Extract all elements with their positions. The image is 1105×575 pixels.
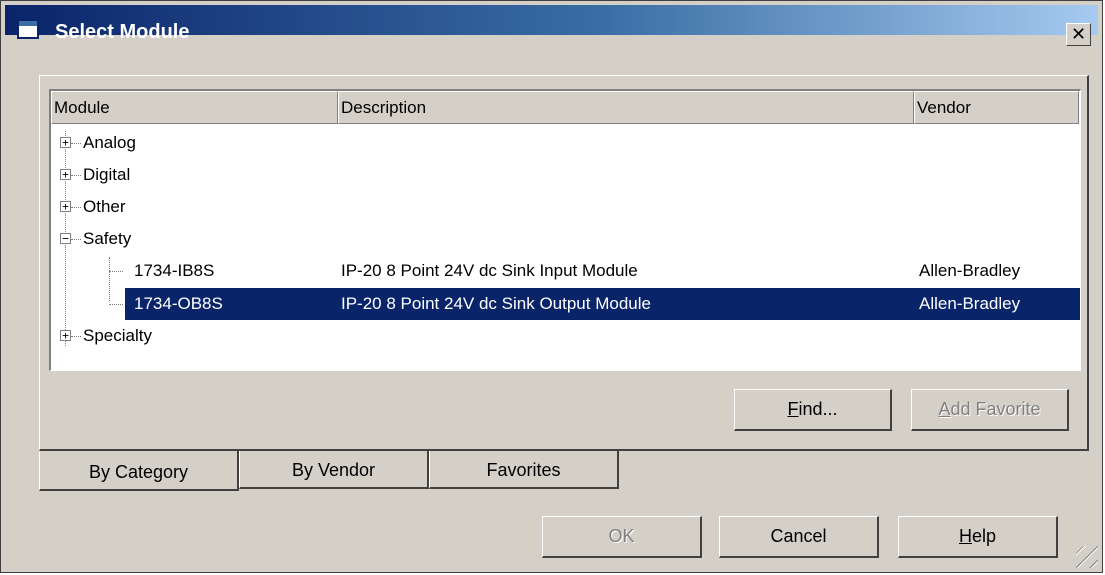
- expand-icon[interactable]: +: [60, 137, 71, 148]
- select-module-dialog: Select Module ✕ Module Description Vendo…: [0, 0, 1103, 573]
- module-tree-list[interactable]: Module Description Vendor + Analog + Dig…: [49, 89, 1081, 371]
- module-name: 1734-IB8S: [134, 261, 215, 280]
- module-vendor: Allen-Bradley: [919, 294, 1021, 313]
- column-header-module[interactable]: Module: [51, 91, 338, 124]
- module-name: 1734-OB8S: [134, 294, 223, 313]
- tree-row-analog[interactable]: + Analog: [51, 127, 1079, 159]
- help-label: elp: [971, 526, 997, 546]
- tree-row-specialty[interactable]: + Specialty: [51, 320, 1079, 352]
- window-icon: [17, 19, 39, 39]
- module-name: Analog: [83, 133, 136, 152]
- column-header-description[interactable]: Description: [338, 91, 914, 124]
- find-label: ind...: [798, 399, 838, 419]
- tree-connector: [71, 175, 81, 176]
- tree-connector: [109, 304, 123, 305]
- help-mnemonic: H: [958, 526, 972, 546]
- tree-connector: [109, 271, 123, 272]
- expand-icon[interactable]: +: [60, 201, 71, 212]
- find-button[interactable]: Find...: [734, 389, 892, 431]
- close-button[interactable]: ✕: [1066, 23, 1091, 46]
- tree-connector: [71, 207, 81, 208]
- module-description: IP-20 8 Point 24V dc Sink Input Module: [341, 261, 638, 280]
- ok-button[interactable]: OK: [542, 516, 702, 558]
- module-name: Other: [83, 197, 126, 216]
- tab-favorites[interactable]: Favorites: [429, 451, 619, 489]
- module-name: Safety: [83, 229, 132, 248]
- tree-row-safety[interactable]: − Safety: [51, 223, 1079, 255]
- expand-icon[interactable]: +: [60, 169, 71, 180]
- module-description: IP-20 8 Point 24V dc Sink Output Module: [341, 294, 651, 313]
- add-favorite-label: dd Favorite: [950, 399, 1041, 419]
- tree-connector: [71, 239, 81, 240]
- tree-row-1734-ob8s[interactable]: 1734-OB8S IP-20 8 Point 24V dc Sink Outp…: [125, 288, 1080, 320]
- add-favorite-mnemonic: A: [938, 399, 951, 419]
- dialog-title: Select Module: [55, 21, 190, 43]
- tree-row-digital[interactable]: + Digital: [51, 159, 1079, 191]
- resize-grip-icon[interactable]: [1076, 546, 1098, 568]
- tab-by-vendor[interactable]: By Vendor: [239, 451, 429, 489]
- tree-connector: [71, 143, 81, 144]
- find-mnemonic: F: [787, 399, 799, 419]
- close-icon: ✕: [1070, 24, 1087, 44]
- tree-row-other[interactable]: + Other: [51, 191, 1079, 223]
- help-button[interactable]: Help: [898, 516, 1058, 558]
- module-name: Digital: [83, 165, 131, 184]
- expand-icon[interactable]: +: [60, 330, 71, 341]
- tab-by-category[interactable]: By Category: [39, 451, 239, 491]
- tree-row-1734-ib8s[interactable]: 1734-IB8S IP-20 8 Point 24V dc Sink Inpu…: [51, 255, 1079, 287]
- tree-connector: [71, 336, 81, 337]
- add-favorite-button[interactable]: Add Favorite: [911, 389, 1069, 431]
- column-header-vendor[interactable]: Vendor: [914, 91, 1079, 124]
- collapse-icon[interactable]: −: [60, 233, 71, 244]
- module-name: Specialty: [83, 326, 152, 345]
- module-vendor: Allen-Bradley: [919, 261, 1021, 280]
- cancel-button[interactable]: Cancel: [719, 516, 879, 558]
